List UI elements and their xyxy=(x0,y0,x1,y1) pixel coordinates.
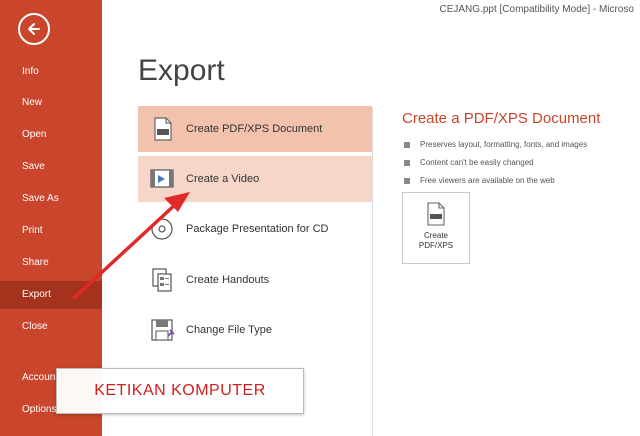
bullet-item: Preserves layout, formatting, fonts, and… xyxy=(404,136,587,154)
option-package-cd[interactable]: Package Presentation for CD xyxy=(138,206,372,252)
watermark-label: KETIKAN KOMPUTER xyxy=(56,368,304,414)
back-button[interactable] xyxy=(18,13,50,45)
option-create-video[interactable]: Create a Video xyxy=(138,156,372,202)
bullet-item: Content can't be easily changed xyxy=(404,154,587,172)
sidebar-item-new[interactable]: New xyxy=(0,89,102,117)
sidebar-item-info[interactable]: Info xyxy=(0,58,102,86)
sidebar-item-print[interactable]: Print xyxy=(0,217,102,245)
back-arrow-icon xyxy=(28,23,40,35)
option-label: Create a Video xyxy=(186,173,260,185)
sidebar-item-close[interactable]: Close xyxy=(0,313,102,341)
option-label: Create PDF/XPS Document xyxy=(186,123,323,135)
option-change-file-type[interactable]: Change File Type xyxy=(138,307,372,353)
file-type-icon xyxy=(151,319,175,341)
handouts-icon xyxy=(152,268,172,292)
sidebar-item-save-as[interactable]: Save As xyxy=(0,185,102,213)
detail-title: Create a PDF/XPS Document xyxy=(402,110,601,127)
window-title: CEJANG.ppt [Compatibility Mode] - Micros… xyxy=(439,4,634,15)
option-label: Package Presentation for CD xyxy=(186,223,329,235)
bullet-icon xyxy=(404,178,410,184)
video-icon xyxy=(150,169,174,188)
option-create-pdf-xps[interactable]: Create PDF/XPS Document xyxy=(138,106,372,152)
pane-divider xyxy=(372,108,373,436)
option-create-handouts[interactable]: Create Handouts xyxy=(138,257,372,303)
create-button-label: Create PDF/XPS xyxy=(418,231,454,250)
sidebar-item-share[interactable]: Share xyxy=(0,249,102,277)
bullet-icon xyxy=(404,160,410,166)
sidebar-item-export[interactable]: Export xyxy=(0,281,102,309)
create-pdf-xps-button[interactable]: Create PDF/XPS xyxy=(402,192,470,264)
cd-icon xyxy=(151,218,173,240)
page-title: Export xyxy=(138,54,225,87)
sidebar-item-open[interactable]: Open xyxy=(0,121,102,149)
pdf-document-icon xyxy=(427,202,445,226)
bullet-item: Free viewers are available on the web xyxy=(404,172,587,190)
detail-bullets: Preserves layout, formatting, fonts, and… xyxy=(404,136,587,190)
option-label: Create Handouts xyxy=(186,274,270,286)
pdf-document-icon xyxy=(154,117,172,141)
bullet-icon xyxy=(404,142,410,148)
option-label: Change File Type xyxy=(186,324,273,336)
sidebar-item-save[interactable]: Save xyxy=(0,153,102,181)
